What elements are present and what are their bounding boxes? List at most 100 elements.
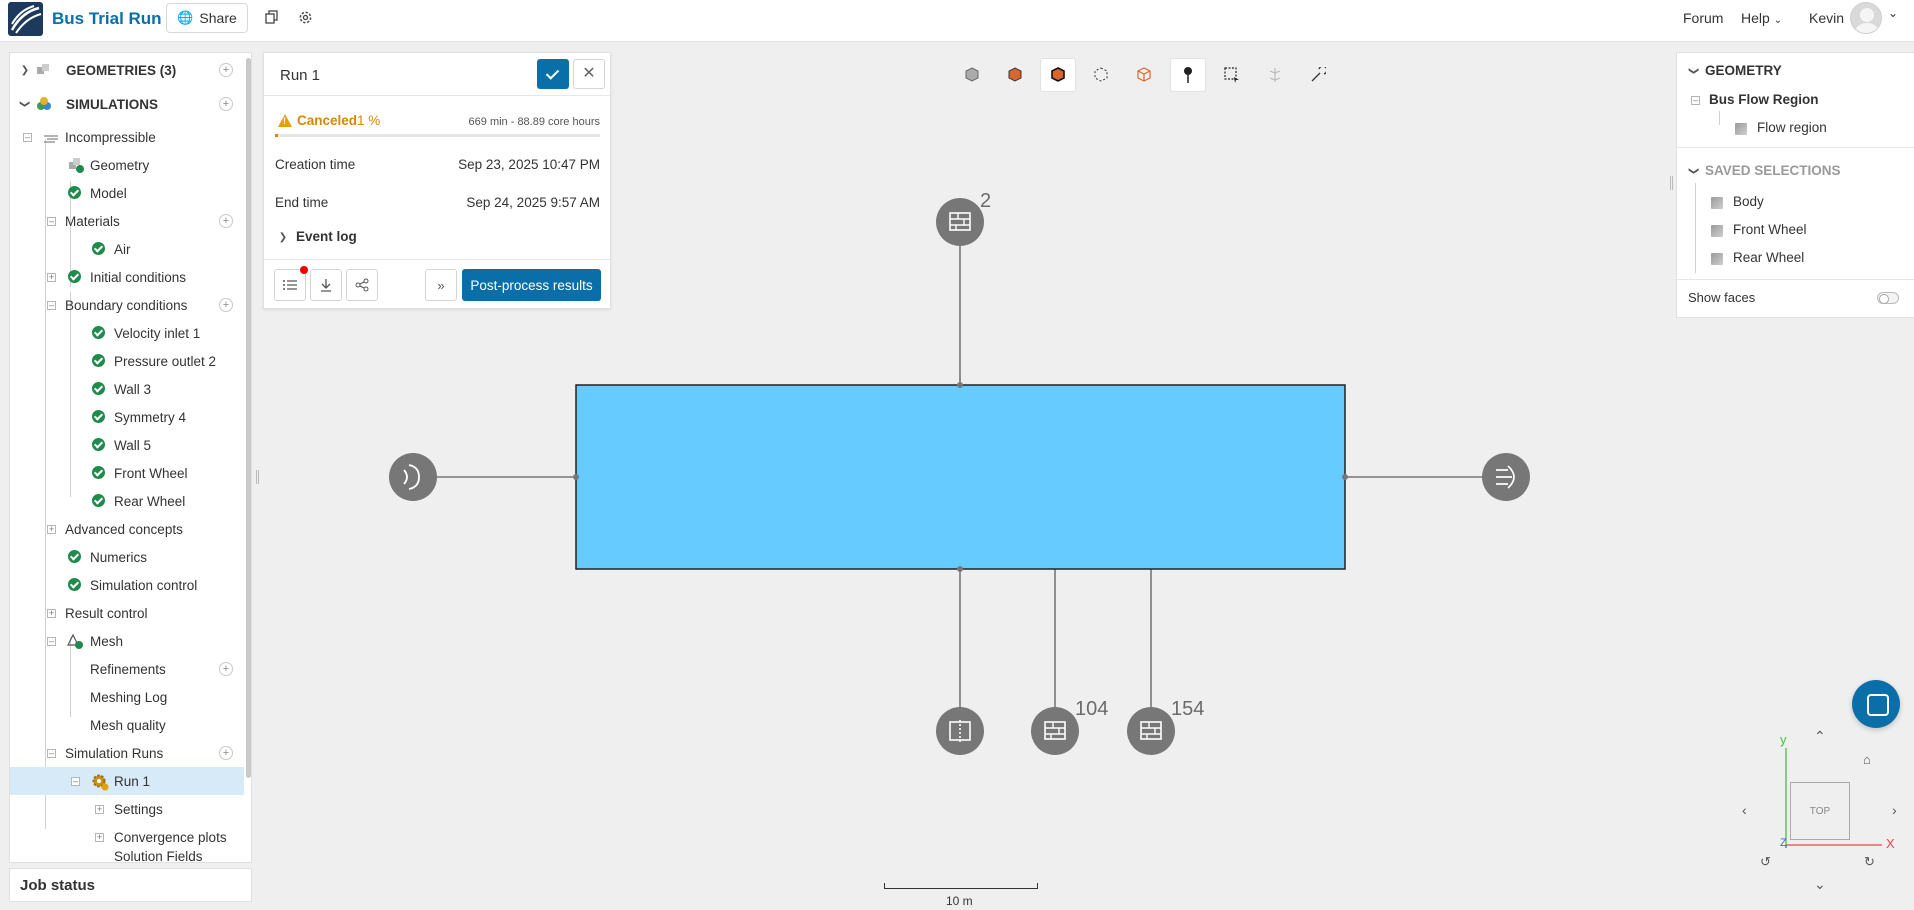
left-panel-resize-handle[interactable] xyxy=(256,470,259,484)
chevron-down-icon[interactable]: ❯ xyxy=(20,99,31,109)
tree-item-model[interactable]: Model xyxy=(10,179,244,207)
view-cube[interactable]: TOP xyxy=(1790,782,1850,840)
tree-item-simulation-control[interactable]: Simulation control xyxy=(10,571,244,599)
geometry-header[interactable]: GEOMETRY xyxy=(1705,63,1782,78)
tree-simulations-header[interactable]: ❯ SIMULATIONS + xyxy=(10,90,244,118)
user-chevron-down-icon[interactable]: ⌄ xyxy=(1888,6,1898,20)
rear-wheel-wall-icon[interactable] xyxy=(1127,707,1175,755)
selection-rear-wheel[interactable]: Rear Wheel xyxy=(1733,250,1804,265)
front-wheel-wall-icon[interactable] xyxy=(1031,707,1079,755)
avatar[interactable] xyxy=(1850,2,1882,34)
expand-icon[interactable]: + xyxy=(95,805,104,814)
collapse-icon[interactable]: – xyxy=(23,133,32,142)
event-log-toggle[interactable]: Event log xyxy=(296,229,357,244)
add-material-icon[interactable]: + xyxy=(219,214,233,228)
rotate-left-icon[interactable]: ‹ xyxy=(1742,802,1747,818)
collapse-icon[interactable]: – xyxy=(47,217,56,226)
forum-link[interactable]: Forum xyxy=(1683,10,1723,26)
expand-icon[interactable]: + xyxy=(47,609,56,618)
pressure-outlet-icon[interactable] xyxy=(1482,453,1530,501)
tree-item-mesh-quality[interactable]: Mesh quality xyxy=(10,711,244,739)
collapse-icon[interactable]: – xyxy=(47,301,56,310)
collapse-icon[interactable]: – xyxy=(47,749,56,758)
tree-item-simulation-runs[interactable]: – Simulation Runs + xyxy=(10,739,244,767)
rotate-ccw-icon[interactable]: ↺ xyxy=(1760,854,1771,870)
post-process-results-button[interactable]: Post-process results xyxy=(462,269,601,301)
flow-region-box[interactable] xyxy=(575,384,1346,570)
tree-item-boundary-conditions[interactable]: – Boundary conditions + xyxy=(10,291,244,319)
tree-item-materials[interactable]: – Materials + xyxy=(10,207,244,235)
wall-bc-icon[interactable] xyxy=(936,198,984,246)
flow-region-item[interactable]: Flow region xyxy=(1757,120,1827,135)
chevron-down-icon[interactable]: ❯ xyxy=(1689,66,1700,76)
simscale-logo-icon[interactable] xyxy=(8,2,43,36)
copy-icon[interactable] xyxy=(263,8,281,26)
velocity-inlet-icon[interactable] xyxy=(389,453,437,501)
selection-body[interactable]: Body xyxy=(1733,194,1764,209)
tree-item-rear-wheel[interactable]: Rear Wheel xyxy=(10,487,244,515)
share-button[interactable]: 🌐 Share xyxy=(166,3,248,33)
view-mode-icon[interactable] xyxy=(954,58,990,92)
tree-item-mesh[interactable]: – Mesh xyxy=(10,627,244,655)
solid-edges-shading-icon[interactable] xyxy=(1040,58,1076,92)
saved-selections-header[interactable]: SAVED SELECTIONS xyxy=(1705,163,1841,178)
rotate-cw-icon[interactable]: ↻ xyxy=(1864,854,1875,870)
right-panel-resize-handle[interactable] xyxy=(1670,176,1673,190)
gear-icon[interactable] xyxy=(296,8,314,26)
symmetry-icon[interactable] xyxy=(936,707,984,755)
section-plane-icon[interactable] xyxy=(1257,58,1293,92)
tree-item-refinements[interactable]: Refinements + xyxy=(10,655,244,683)
tree-item-symmetry-4[interactable]: Symmetry 4 xyxy=(10,403,244,431)
collapse-icon[interactable]: – xyxy=(47,637,56,646)
measure-tool-icon[interactable] xyxy=(1300,58,1336,92)
user-name[interactable]: Kevin xyxy=(1809,10,1844,26)
download-icon[interactable] xyxy=(310,269,342,301)
help-menu[interactable]: Help ⌄ xyxy=(1741,10,1782,26)
double-chevron-right-icon[interactable]: » xyxy=(425,269,457,301)
tree-item-incompressible[interactable]: – Incompressible xyxy=(10,123,244,151)
points-shading-icon[interactable] xyxy=(1083,58,1119,92)
collapse-icon[interactable]: – xyxy=(71,777,80,786)
tree-item-settings[interactable]: + Settings xyxy=(10,795,244,823)
tree-item-air[interactable]: Air xyxy=(10,235,244,263)
tree-item-result-control[interactable]: + Result control xyxy=(10,599,244,627)
tree-item-wall-3[interactable]: Wall 3 xyxy=(10,375,244,403)
tree-item-numerics[interactable]: Numerics xyxy=(10,543,244,571)
selection-front-wheel[interactable]: Front Wheel xyxy=(1733,222,1807,237)
confirm-button[interactable] xyxy=(537,59,569,89)
bus-flow-region-item[interactable]: Bus Flow Region xyxy=(1709,92,1819,107)
expand-icon[interactable]: + xyxy=(47,273,56,282)
tree-item-run-1[interactable]: – Run 1 xyxy=(10,767,244,795)
tree-item-advanced-concepts[interactable]: + Advanced concepts xyxy=(10,515,244,543)
collapse-icon[interactable]: – xyxy=(1691,96,1700,105)
chevron-right-icon[interactable]: ❯ xyxy=(20,65,30,76)
add-run-icon[interactable]: + xyxy=(219,746,233,760)
add-refinement-icon[interactable]: + xyxy=(219,662,233,676)
tree-item-pressure-outlet-2[interactable]: Pressure outlet 2 xyxy=(10,347,244,375)
rotate-down-icon[interactable]: ⌄ xyxy=(1814,876,1826,893)
tree-item-initial-conditions[interactable]: + Initial conditions xyxy=(10,263,244,291)
tree-item-wall-5[interactable]: Wall 5 xyxy=(10,431,244,459)
tree-item-meshing-log[interactable]: Meshing Log xyxy=(10,683,244,711)
home-icon[interactable]: ⌂ xyxy=(1863,752,1871,767)
job-status-panel[interactable]: Job status xyxy=(9,868,252,902)
expand-icon[interactable]: + xyxy=(47,525,56,534)
tree-item-front-wheel[interactable]: Front Wheel xyxy=(10,459,244,487)
rotate-up-icon[interactable]: ⌃ xyxy=(1814,728,1826,745)
chat-support-button[interactable] xyxy=(1852,680,1900,728)
tree-item-velocity-inlet-1[interactable]: Velocity inlet 1 xyxy=(10,319,244,347)
show-faces-toggle[interactable] xyxy=(1877,292,1899,304)
add-boundary-condition-icon[interactable]: + xyxy=(219,298,233,312)
share-link-icon[interactable] xyxy=(346,269,378,301)
list-icon[interactable] xyxy=(274,269,306,301)
chevron-down-icon[interactable]: ❯ xyxy=(1689,166,1700,176)
solid-shading-icon[interactable] xyxy=(997,58,1033,92)
rotate-right-icon[interactable]: › xyxy=(1892,802,1897,818)
add-simulation-icon[interactable]: + xyxy=(219,97,233,111)
box-select-icon[interactable] xyxy=(1214,58,1250,92)
wireframe-shading-icon[interactable] xyxy=(1126,58,1162,92)
chevron-right-icon[interactable]: ❯ xyxy=(278,232,288,243)
add-geometry-icon[interactable]: + xyxy=(219,63,233,77)
expand-icon[interactable]: + xyxy=(95,833,104,842)
close-button[interactable]: ✕ xyxy=(573,59,605,89)
